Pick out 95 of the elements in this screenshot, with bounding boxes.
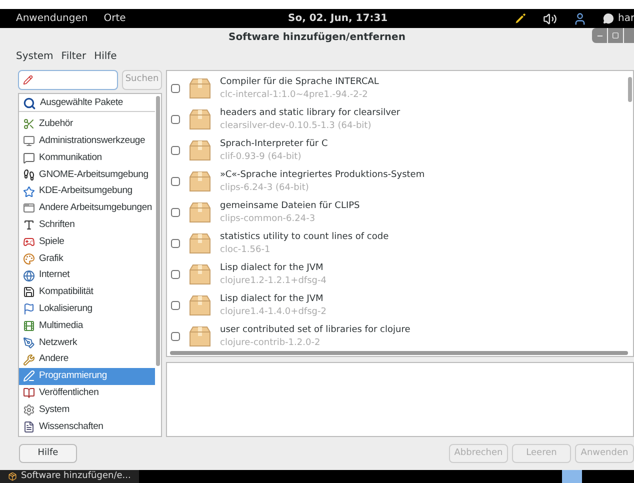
package-checkbox[interactable] xyxy=(171,146,180,155)
package-name: clearsilver-dev-0.10.5-1.3 (64-bit) xyxy=(220,120,372,132)
top-bar-menu[interactable]: Orte xyxy=(104,11,126,26)
package-icon xyxy=(188,202,212,224)
package-checkbox[interactable] xyxy=(171,177,180,186)
globe-icon xyxy=(23,270,35,282)
package-name: clojure1.4-1.4.0+dfsg-2 xyxy=(220,306,326,318)
gamepad-icon xyxy=(23,236,35,248)
category-item[interactable]: Kompatibilität xyxy=(19,284,155,301)
book-icon xyxy=(23,387,35,400)
pen-icon xyxy=(23,370,35,382)
package-icon xyxy=(188,232,212,254)
workspace-switcher[interactable] xyxy=(562,470,582,483)
category-item[interactable]: Grafik xyxy=(19,250,155,268)
package-checkbox[interactable] xyxy=(171,208,180,217)
category-item[interactable]: Kommunikation xyxy=(19,150,155,166)
category-item[interactable]: KDE-Arbeitsumgebung xyxy=(19,183,155,200)
package-name: clif-0.93-9 (64-bit) xyxy=(220,150,302,164)
package-icon xyxy=(188,294,212,316)
category-item[interactable]: System xyxy=(19,402,155,418)
category-item[interactable]: Zubehör xyxy=(19,116,155,133)
package-summary: Lisp dialect for the JVM xyxy=(220,262,324,274)
footprint-icon xyxy=(23,168,35,181)
package-summary: Sprach-Interpreter für C xyxy=(220,138,328,150)
category-item[interactable]: Netzwerk xyxy=(19,334,155,352)
package-icon xyxy=(188,170,212,192)
flag-icon xyxy=(23,303,35,316)
scissors-icon xyxy=(23,118,35,130)
chat-icon[interactable] xyxy=(603,13,614,24)
notes-icon[interactable] xyxy=(514,12,527,26)
edit-icon xyxy=(23,75,33,85)
package-summary: gemeinsame Dateien für CLIPS xyxy=(220,200,360,212)
category-item[interactable]: Internet xyxy=(19,267,155,284)
category-item[interactable]: Multimedia xyxy=(19,318,155,334)
package-name: clips-common-6.24-3 xyxy=(220,212,316,226)
window-title: Software hinzufügen/entfernen xyxy=(228,30,406,44)
category-item[interactable]: Andere xyxy=(19,351,155,368)
user-icon[interactable] xyxy=(573,12,587,26)
clock[interactable]: So, 02. Jun, 17:31 xyxy=(288,11,388,26)
category-item[interactable]: Lokalisierung xyxy=(19,300,155,318)
package-icon xyxy=(188,140,212,162)
package-name: cloc-1.56-1 xyxy=(220,244,272,256)
gear-icon xyxy=(23,404,35,416)
package-summary: »C«-Sprache integriertes Produktions-System xyxy=(220,168,425,182)
category-item[interactable]: GNOME-Arbeitsumgebung xyxy=(19,166,155,184)
scrollbar[interactable] xyxy=(170,351,628,355)
package-icon xyxy=(188,326,212,348)
category-item[interactable]: Andere Arbeitsumgebungen xyxy=(19,200,155,217)
taskbar-item[interactable]: Software hinzufügen/e... xyxy=(0,470,139,483)
package-checkbox[interactable] xyxy=(171,270,180,279)
category-item[interactable]: Ausgewählte Pakete xyxy=(19,95,155,112)
package-icon xyxy=(188,78,212,100)
font-icon xyxy=(23,219,35,232)
maximize-icon xyxy=(612,32,619,39)
category-item[interactable]: Schriften xyxy=(19,216,155,234)
category-item[interactable]: Spiele xyxy=(19,234,155,250)
window-icon xyxy=(23,202,35,214)
monitor-icon xyxy=(23,135,35,148)
package-summary: headers and static library for clearsilver xyxy=(220,106,400,120)
package-name: clc-intercal-1:1.0~4pre1.-94.-2-2 xyxy=(220,88,369,102)
palette-icon xyxy=(23,252,35,265)
category-item[interactable]: Administrationswerkzeuge xyxy=(19,132,155,150)
package-summary: statistics utility to count lines of code xyxy=(220,230,389,244)
menu-item[interactable]: System xyxy=(16,48,54,64)
package-checkbox[interactable] xyxy=(171,115,180,124)
document-icon xyxy=(23,420,35,433)
package-summary: Compiler für die Sprache INTERCAL xyxy=(220,76,379,88)
pen-icon xyxy=(23,336,35,349)
package-icon xyxy=(188,108,212,130)
volume-icon[interactable] xyxy=(543,12,557,26)
star-icon xyxy=(23,186,35,198)
menu-item[interactable]: Hilfe xyxy=(94,48,117,64)
package-summary: user contributed set of libraries for clojure xyxy=(220,324,410,336)
package-name: clojure-contrib-1.2.0-2 xyxy=(220,336,322,350)
package-summary: Lisp dialect for the JVM xyxy=(220,292,324,306)
menu-item[interactable]: Filter xyxy=(61,48,86,64)
package-name: clips-6.24-3 (64-bit) xyxy=(220,182,310,194)
search-icon xyxy=(23,96,36,110)
package-checkbox[interactable] xyxy=(171,84,180,93)
chat-icon xyxy=(23,152,35,164)
scrollbar[interactable] xyxy=(156,96,160,366)
package-name: clojure1.2-1.2.1+dfsg-4 xyxy=(220,274,326,288)
film-icon xyxy=(23,320,35,332)
help-button[interactable]: Hilfe xyxy=(19,444,77,463)
category-item[interactable]: Veröffentlichen xyxy=(19,384,155,402)
package-icon xyxy=(188,264,212,286)
package-checkbox[interactable] xyxy=(171,301,180,310)
top-bar-menu[interactable]: Anwendungen xyxy=(16,11,88,26)
search-field[interactable] xyxy=(18,70,118,90)
category-item[interactable]: Wissenschaften xyxy=(19,418,155,436)
floppy-icon xyxy=(23,286,35,298)
scrollbar[interactable] xyxy=(628,77,632,102)
package-icon xyxy=(8,472,17,481)
package-checkbox[interactable] xyxy=(171,332,180,341)
package-checkbox[interactable] xyxy=(171,239,180,248)
